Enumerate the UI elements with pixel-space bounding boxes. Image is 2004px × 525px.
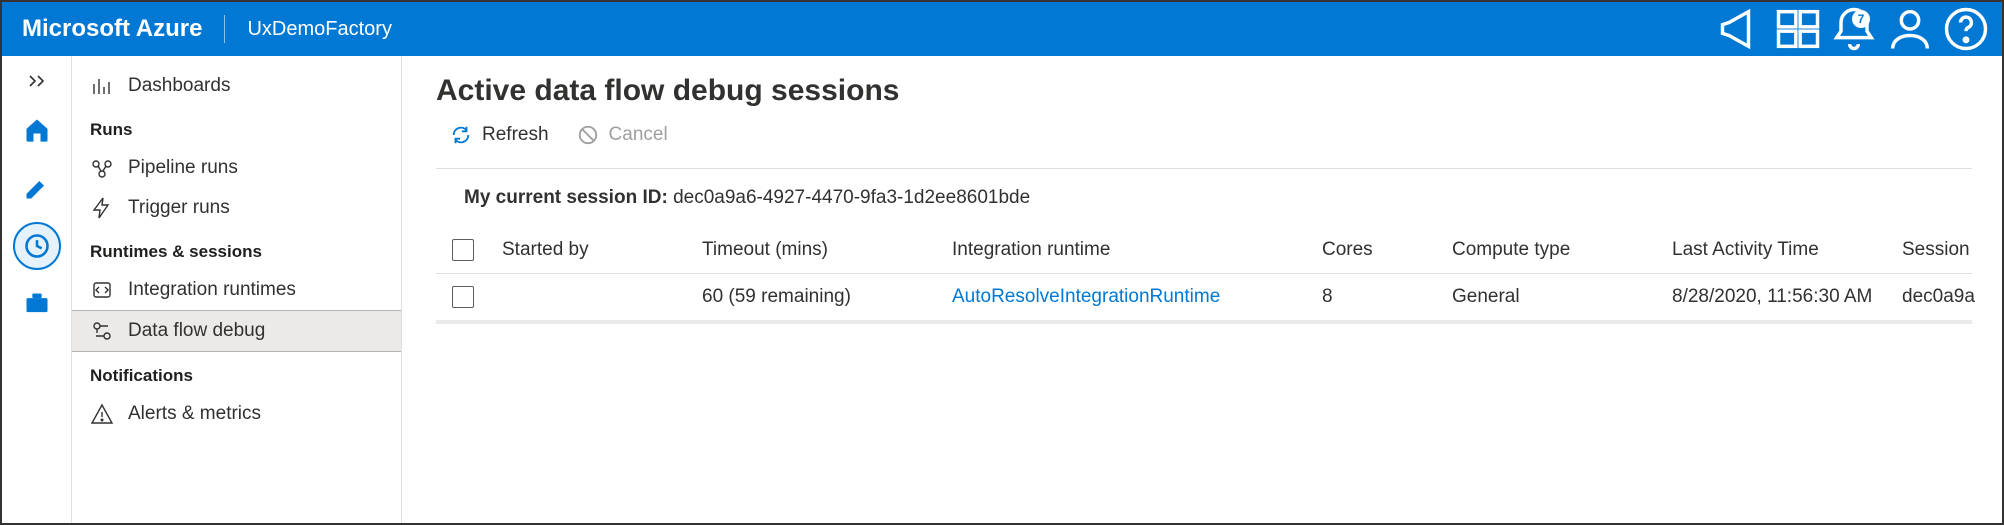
table-row[interactable]: 60 (59 remaining) AutoResolveIntegration… [436,274,1972,324]
notifications-icon[interactable]: 7 [1828,2,1880,56]
col-integration-runtime[interactable]: Integration runtime [952,239,1322,261]
sidebar-item-data-flow-debug[interactable]: Data flow debug [72,310,401,352]
sidebar-group-notifications: Notifications [72,352,401,394]
page-title: Active data flow debug sessions [436,74,1972,108]
sidebar-item-label: Pipeline runs [128,157,238,179]
announce-icon[interactable] [1716,2,1768,56]
feedback-icon[interactable] [1772,2,1824,56]
cell-cores: 8 [1322,286,1452,308]
sidebar-item-label: Trigger runs [128,197,230,219]
cell-last-activity: 8/28/2020, 11:56:30 AM [1672,286,1902,308]
dashboard-icon [90,74,114,98]
sidebar-item-label: Integration runtimes [128,279,296,301]
sidebar-group-runs: Runs [72,106,401,148]
expand-rail-button[interactable] [14,66,60,96]
select-all-checkbox[interactable] [452,239,474,261]
cell-compute-type: General [1452,286,1672,308]
alert-icon [90,402,114,426]
sidebar-item-dashboards[interactable]: Dashboards [72,66,401,106]
cell-integration-runtime-link[interactable]: AutoResolveIntegrationRuntime [952,286,1322,308]
rail-author-button[interactable] [13,164,61,212]
profile-icon[interactable] [1884,2,1936,56]
col-cores[interactable]: Cores [1322,239,1452,261]
cell-timeout: 60 (59 remaining) [702,286,952,308]
refresh-label: Refresh [482,124,549,146]
sidebar-item-label: Data flow debug [128,320,265,342]
brand-label[interactable]: Microsoft Azure [22,15,225,43]
sidebar-item-label: Alerts & metrics [128,403,261,425]
sidebar: Dashboards Runs Pipeline runs Trigger ru… [72,56,402,523]
cancel-label: Cancel [609,124,668,146]
global-header: Microsoft Azure UxDemoFactory 7 [2,2,2002,56]
help-icon[interactable] [1940,2,1992,56]
refresh-button[interactable]: Refresh [450,124,549,146]
session-id-value: dec0a9a6-4927-4470-9fa3-1d2ee8601bde [673,187,1030,208]
col-last-activity[interactable]: Last Activity Time [1672,239,1902,261]
row-checkbox[interactable] [452,286,474,308]
rail-monitor-button[interactable] [13,222,61,270]
rail-home-button[interactable] [13,106,61,154]
sidebar-item-trigger-runs[interactable]: Trigger runs [72,188,401,228]
col-started-by[interactable]: Started by [502,239,702,261]
debug-icon [90,319,114,343]
rail-manage-button[interactable] [13,280,61,328]
trigger-icon [90,196,114,220]
sessions-table: Started by Timeout (mins) Integration ru… [436,227,1972,324]
integration-icon [90,278,114,302]
cancel-button: Cancel [577,124,668,146]
toolbar: Refresh Cancel [436,124,1972,146]
col-session[interactable]: Session [1902,239,2002,261]
session-id-label: My current session ID: [464,187,668,208]
col-compute-type[interactable]: Compute type [1452,239,1672,261]
session-id-bar: My current session ID: dec0a9a6-4927-447… [436,168,1972,227]
cell-session: dec0a9a [1902,286,2002,308]
col-timeout[interactable]: Timeout (mins) [702,239,952,261]
table-header: Started by Timeout (mins) Integration ru… [436,227,1972,274]
notification-badge: 7 [1852,10,1870,28]
sidebar-item-alerts-metrics[interactable]: Alerts & metrics [72,394,401,434]
main-content: Active data flow debug sessions Refresh … [402,56,2002,523]
sidebar-item-integration-runtimes[interactable]: Integration runtimes [72,270,401,310]
sidebar-group-runtimes: Runtimes & sessions [72,228,401,270]
sidebar-item-label: Dashboards [128,75,230,97]
sidebar-item-pipeline-runs[interactable]: Pipeline runs [72,148,401,188]
workspace-name[interactable]: UxDemoFactory [247,18,391,41]
left-rail [2,56,72,523]
pipeline-icon [90,156,114,180]
